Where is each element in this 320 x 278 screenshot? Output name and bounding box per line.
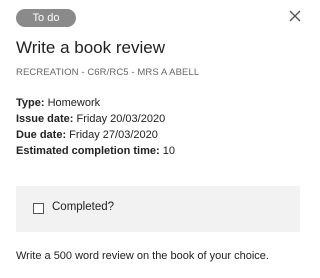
- detail-issue-date: Issue date: Friday 20/03/2020: [16, 111, 175, 127]
- homework-detail-panel: To do Write a book review RECREATION - C…: [0, 0, 318, 278]
- detail-label: Estimated completion time:: [16, 145, 160, 157]
- detail-label: Type:: [16, 97, 45, 109]
- page-title: Write a book review: [16, 38, 165, 57]
- completed-box[interactable]: Completed?: [16, 186, 300, 232]
- homework-details: Type: Homework Issue date: Friday 20/03/…: [16, 95, 175, 159]
- homework-description: Write a 500 word review on the book of y…: [16, 250, 269, 262]
- class-subtitle: RECREATION - C6R/RC5 - MRS A ABELL: [16, 67, 200, 78]
- detail-estimated-time: Estimated completion time: 10: [16, 143, 175, 159]
- detail-value: 10: [159, 145, 175, 157]
- completed-checkbox[interactable]: [33, 203, 44, 214]
- detail-value: Homework: [44, 97, 101, 109]
- detail-label: Issue date:: [16, 113, 74, 125]
- detail-due-date: Due date: Friday 27/03/2020: [16, 127, 175, 143]
- detail-value: Friday 20/03/2020: [73, 113, 166, 125]
- detail-value: Friday 27/03/2020: [66, 129, 158, 141]
- status-badge: To do: [16, 9, 76, 27]
- completed-label[interactable]: Completed?: [52, 201, 114, 213]
- detail-label: Due date:: [16, 129, 67, 141]
- close-icon[interactable]: [288, 9, 302, 23]
- detail-type: Type: Homework: [16, 95, 175, 111]
